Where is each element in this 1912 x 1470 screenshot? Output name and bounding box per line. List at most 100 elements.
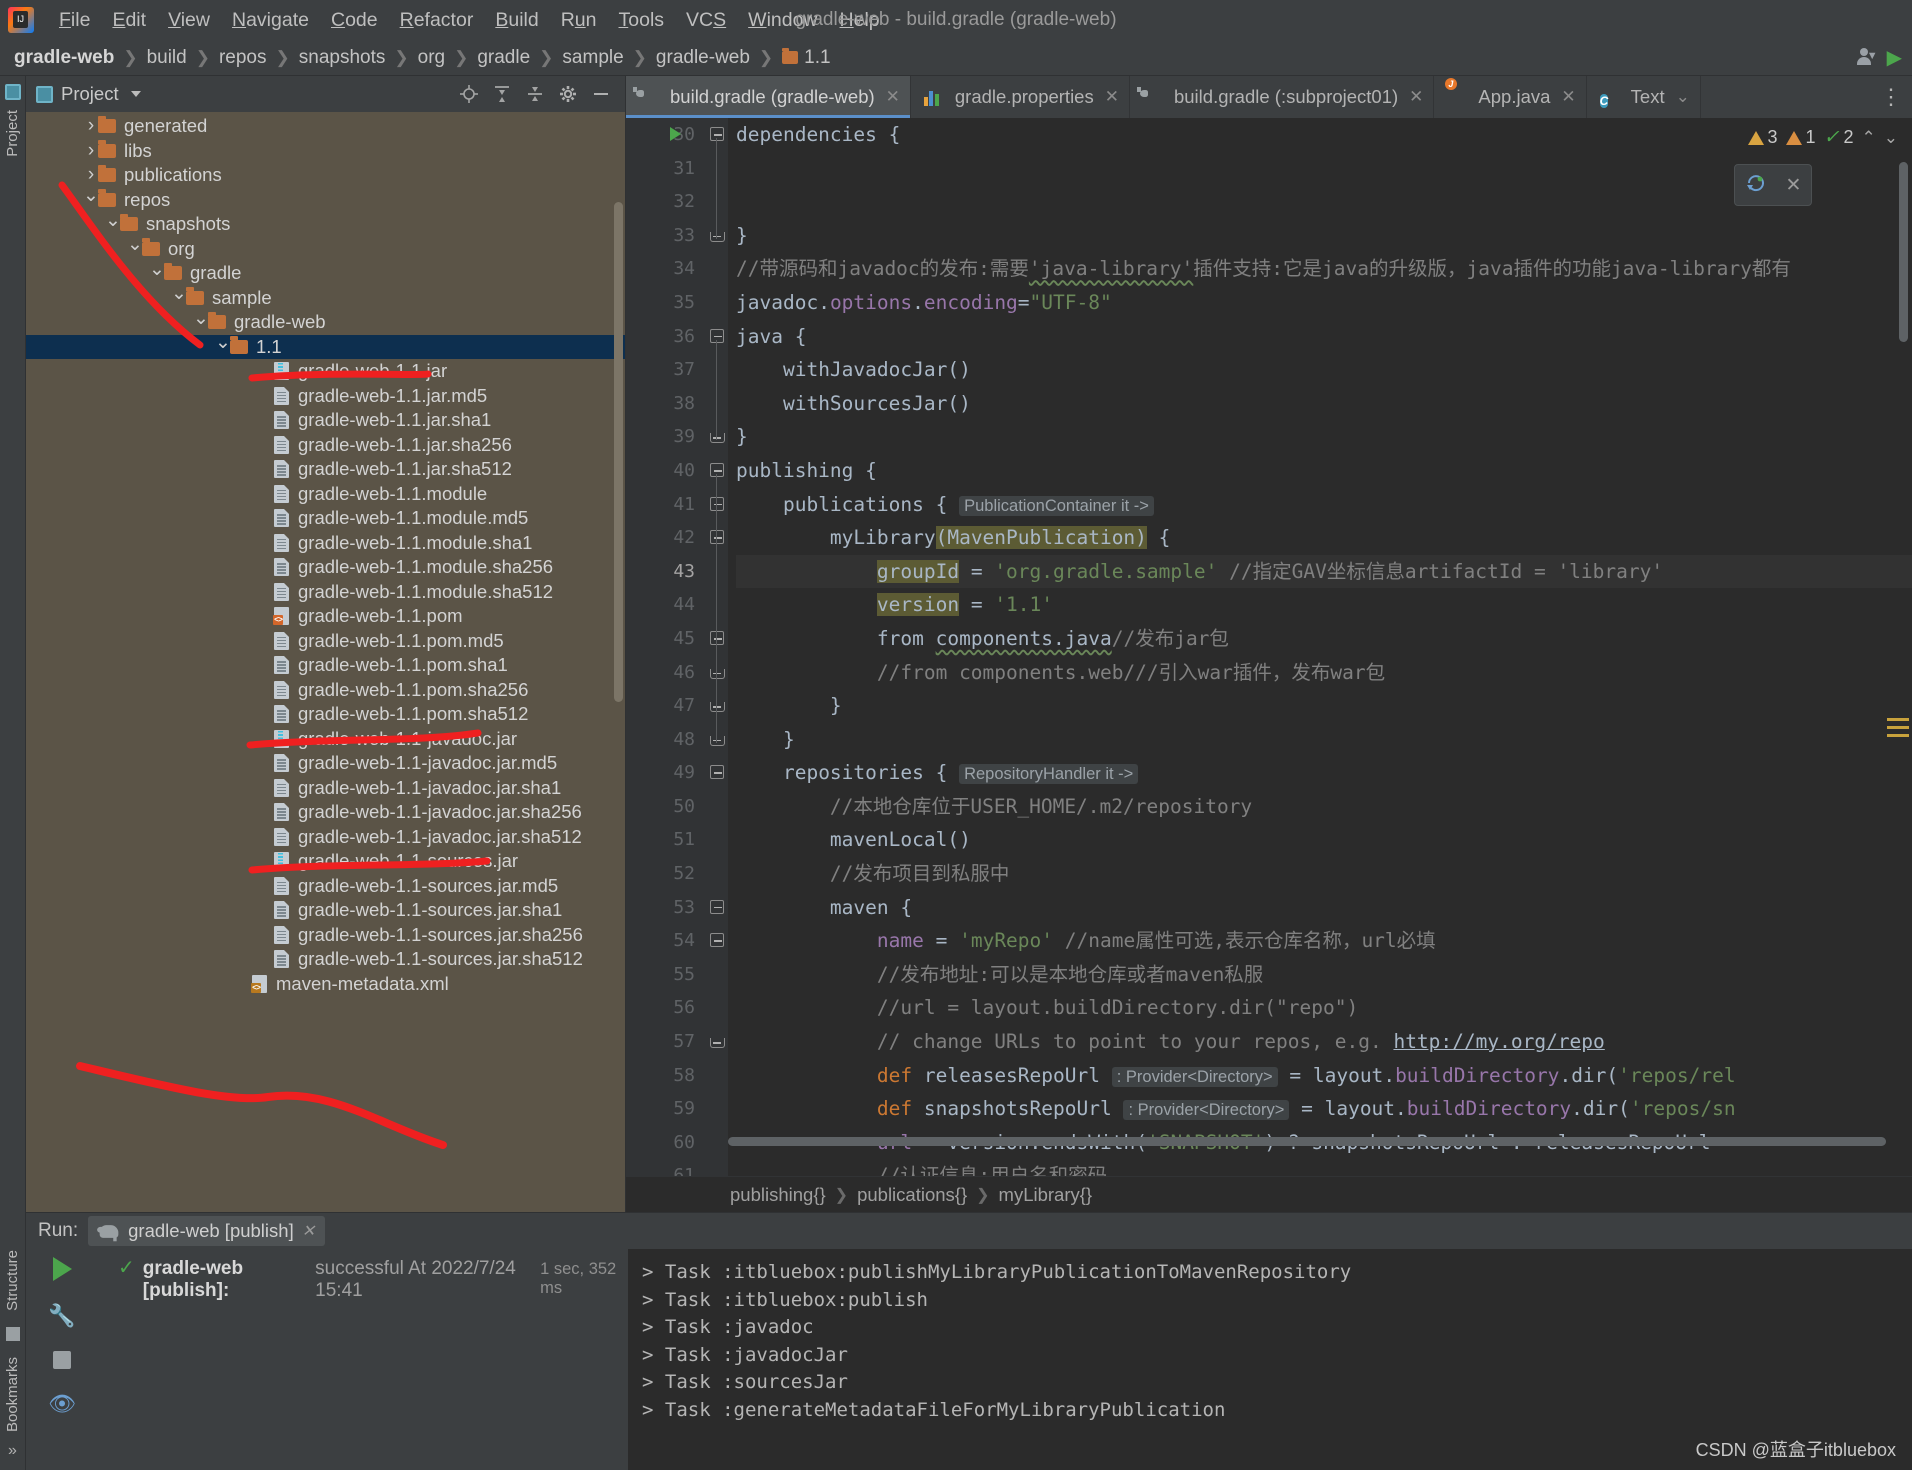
tree-file-row[interactable]: gradle-web-1.1-javadoc.jar.md5 (26, 751, 625, 776)
gradle-reload-popup[interactable]: ✕ (1734, 164, 1812, 206)
tree-folder-row[interactable]: libs (26, 139, 625, 164)
fold-end-icon[interactable] (710, 732, 725, 746)
locate-target-icon[interactable] (459, 84, 479, 104)
fold-toggle-icon[interactable] (710, 933, 724, 948)
fold-toggle-icon[interactable] (710, 899, 724, 914)
menu-item-build[interactable]: Build (484, 6, 549, 35)
fold-toggle-icon[interactable] (710, 765, 724, 780)
tree-file-row[interactable]: gradle-web-1.1-javadoc.jar.sha1 (26, 776, 625, 801)
editor-tab-4[interactable]: C Text ⌄ (1587, 76, 1701, 118)
menu-item-tools[interactable]: Tools (608, 6, 676, 35)
run-gutter-icon[interactable] (670, 127, 681, 141)
tree-file-row[interactable]: gradle-web-1.1.jar.sha256 (26, 433, 625, 458)
wrench-icon[interactable]: 🔧 (48, 1303, 75, 1329)
code-line[interactable]: //本地仓库位于USER_HOME/.m2/repository (736, 790, 1912, 824)
menu-item-edit[interactable]: Edit (101, 6, 157, 35)
warning-count-orange[interactable]: 1 (1785, 127, 1816, 148)
code-editor[interactable]: 30 31 32 33 34 35 36 37 38 39 40 41 42 43 44 45 46 47 48 49… (626, 118, 1912, 1176)
code-line[interactable]: withSourcesJar() (736, 387, 1912, 421)
chevron-down-icon[interactable] (106, 213, 120, 236)
close-icon[interactable]: ✕ (1561, 87, 1575, 107)
breadcrumb-item-8[interactable]: 1.1 (782, 47, 831, 69)
code-line[interactable]: name = 'myRepo' //name属性可选,表示仓库名称，url必填 (736, 924, 1912, 958)
code-line[interactable]: } (736, 219, 1912, 253)
tree-file-row[interactable]: gradle-web-1.1-sources.jar.md5 (26, 874, 625, 899)
project-tree[interactable]: generatedlibs publicationsrepos snapshotso… (26, 112, 625, 1212)
line-number-gutter[interactable]: 30 31 32 33 34 35 36 37 38 39 40 41 42 43 44 45 46 47 48 49… (626, 118, 706, 1176)
code-line[interactable]: javadoc.options.encoding="UTF-8" (736, 286, 1912, 320)
menu-item-run[interactable]: Run (550, 6, 608, 35)
tree-file-row[interactable]: gradle-web-1.1.module.sha1 (26, 531, 625, 556)
project-tool-icon[interactable] (4, 84, 21, 100)
close-icon[interactable]: ✕ (1409, 87, 1423, 107)
menu-item-code[interactable]: Code (320, 6, 389, 35)
tree-folder-row[interactable]: 1.1 (26, 334, 625, 359)
code-breadcrumb-item-2[interactable]: myLibrary{} (999, 1184, 1093, 1206)
fold-toggle-icon[interactable] (710, 463, 724, 477)
gradle-refresh-icon[interactable] (1745, 173, 1767, 198)
tree-file-row[interactable]: gradle-web-1.1-sources.jar.sha256 (26, 923, 625, 948)
code-line[interactable]: } (736, 689, 1912, 723)
chevron-down-icon[interactable] (128, 237, 142, 260)
code-breadcrumb-item-0[interactable]: publishing{} (730, 1184, 826, 1206)
editor-tab-2[interactable]: build.gradle (:subproject01) ✕ (1130, 76, 1435, 118)
tree-file-row[interactable]: gradle-web-1.1-sources.jar (26, 849, 625, 874)
code-content[interactable]: dependencies { }//带源码和javadoc的发布:需要'java… (728, 118, 1912, 1176)
code-line[interactable]: def snapshotsRepoUrl : Provider<Director… (736, 1092, 1912, 1126)
fold-toggle-icon[interactable] (710, 496, 724, 511)
project-tree-scrollbar[interactable] (614, 202, 623, 702)
code-line[interactable]: // change URLs to point to your repos, e… (736, 1025, 1912, 1059)
code-line[interactable]: //url = layout.buildDirectory.dir("repo"… (736, 991, 1912, 1025)
menu-item-window[interactable]: Window (737, 6, 828, 35)
editor-tab-0[interactable]: build.gradle (gradle-web) ✕ (626, 76, 911, 118)
warning-count-yellow[interactable]: 3 (1747, 127, 1778, 148)
close-icon[interactable]: ✕ (1105, 87, 1119, 107)
code-line[interactable]: } (736, 420, 1912, 454)
tree-file-row[interactable]: gradle-web-1.1.pom.sha256 (26, 678, 625, 703)
tree-folder-row[interactable]: org (26, 237, 625, 262)
gear-icon[interactable] (558, 84, 578, 104)
code-line[interactable]: version = '1.1' (736, 588, 1912, 622)
tree-file-row[interactable]: gradle-web-1.1.jar.md5 (26, 384, 625, 409)
tree-file-row[interactable]: gradle-web-1.1.jar.sha512 (26, 457, 625, 482)
collapse-all-icon[interactable] (525, 84, 545, 104)
chevron-down-icon[interactable] (172, 286, 186, 309)
run-config-play-icon[interactable]: ▶ (1887, 45, 1902, 70)
tree-file-row[interactable]: gradle-web-1.1-sources.jar.sha512 (26, 947, 625, 972)
chevron-right-icon[interactable] (84, 164, 98, 186)
tree-file-row[interactable]: gradle-web-1.1-javadoc.jar.sha256 (26, 800, 625, 825)
code-line[interactable]: //发布地址:可以是本地仓库或者maven私服 (736, 958, 1912, 992)
breadcrumb-item-1[interactable]: build (147, 47, 187, 69)
code-line[interactable]: repositories { RepositoryHandler it -> (736, 756, 1912, 790)
tree-file-row[interactable]: gradle-web-1.1.jar.sha1 (26, 408, 625, 433)
expand-all-icon[interactable] (492, 84, 512, 104)
code-line[interactable]: myLibrary(MavenPublication) { (736, 521, 1912, 555)
code-breadcrumb-item-1[interactable]: publications{} (857, 1184, 967, 1206)
chevron-down-icon[interactable] (130, 91, 141, 97)
hide-panel-icon[interactable] (591, 84, 611, 104)
stop-icon[interactable] (53, 1351, 71, 1369)
chevron-down-icon[interactable] (216, 335, 230, 358)
fold-toggle-icon[interactable] (710, 127, 724, 141)
sidebar-item-structure[interactable]: Structure (0, 1240, 25, 1321)
tree-file-row[interactable]: gradle-web-1.1.pom.sha1 (26, 653, 625, 678)
user-account-icon[interactable]: ▼ (1855, 47, 1878, 68)
fold-end-icon[interactable] (710, 228, 725, 242)
chevron-down-icon[interactable]: ⌄ (1676, 87, 1690, 107)
menu-item-refactor[interactable]: Refactor (389, 6, 485, 35)
code-folding-column[interactable] (706, 118, 728, 1176)
breadcrumb-item-2[interactable]: repos (219, 47, 267, 69)
tree-folder-row[interactable]: gradle-web (26, 310, 625, 335)
tree-folder-row[interactable]: sample (26, 286, 625, 311)
menu-item-file[interactable]: File (48, 6, 101, 35)
tree-file-row[interactable]: <> gradle-web-1.1.pom (26, 604, 625, 629)
sidebar-item-project[interactable]: Project (0, 100, 25, 167)
eye-icon[interactable]: 👁 (48, 1391, 76, 1417)
code-line[interactable]: //from components.web///引入war插件，发布war包 (736, 656, 1912, 690)
chevron-down-icon[interactable] (194, 311, 208, 334)
code-line[interactable]: //发布项目到私服中 (736, 857, 1912, 891)
run-configuration-tab[interactable]: gradle-web [publish] ✕ (88, 1216, 326, 1246)
fold-end-icon[interactable] (710, 698, 725, 713)
inspection-ok-count[interactable]: ✓ 2 (1824, 126, 1854, 149)
close-icon[interactable]: ✕ (886, 87, 900, 107)
